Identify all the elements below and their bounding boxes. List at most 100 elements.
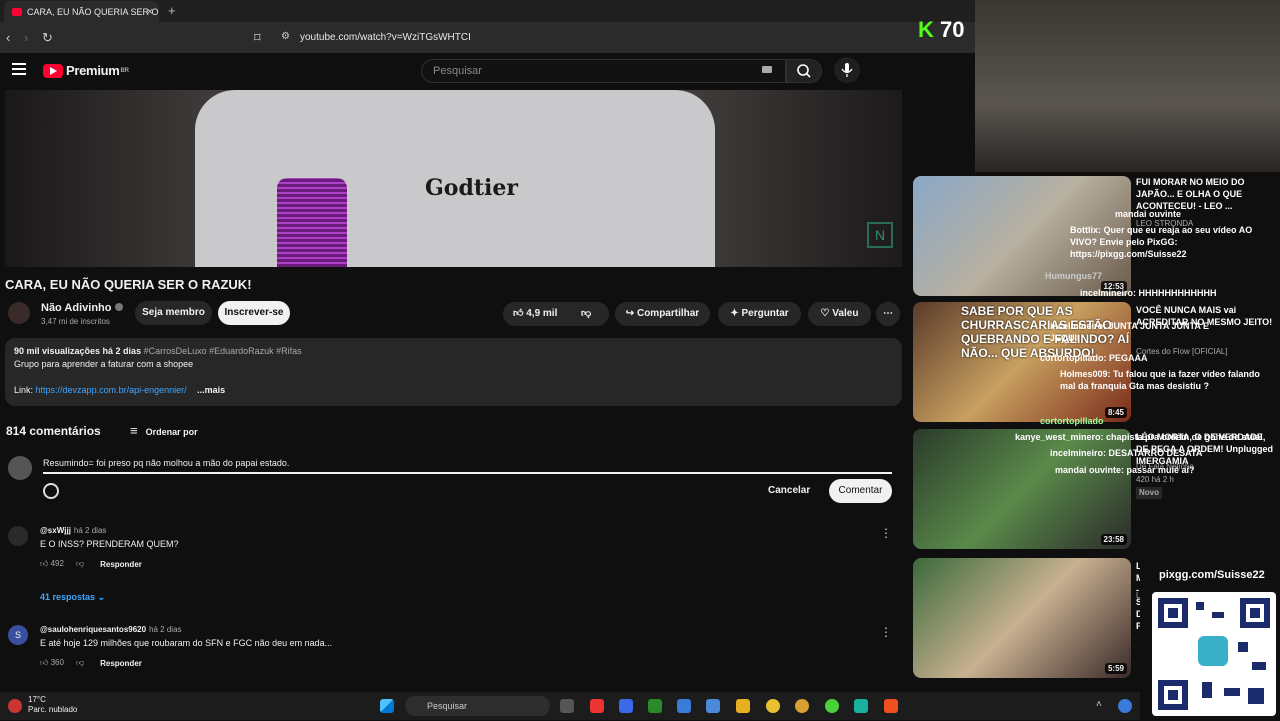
comment-input[interactable]: Resumindo= foi preso pq não molhou a mão… — [43, 456, 892, 474]
comment-dislike-icon[interactable]: 👎︎ — [76, 658, 84, 668]
site-info-icon[interactable]: ⚙ — [281, 31, 290, 42]
channel-avatar[interactable] — [8, 302, 30, 324]
kick-logo-icon: K — [918, 17, 934, 42]
reload-icon[interactable]: ↻ — [42, 30, 53, 46]
comment-dislike-icon[interactable]: 👎︎ — [76, 559, 84, 569]
comment-more-icon[interactable]: ⋮ — [880, 625, 892, 639]
bookmark-icon[interactable]: ⌑ — [254, 30, 261, 46]
app-icon[interactable] — [706, 699, 720, 713]
comment-avatar[interactable] — [8, 526, 28, 546]
thanks-button[interactable]: ♡ Valeu — [808, 302, 871, 326]
thumb-up-icon: 👍︎ — [40, 658, 49, 667]
voice-search-button[interactable] — [834, 57, 860, 83]
search-input[interactable]: Pesquisar — [421, 59, 786, 83]
temperature: 17°C — [28, 695, 46, 704]
hashtags[interactable]: #CarrosDeLuxo #EduardoRazuk #Rifas — [144, 346, 302, 356]
submit-comment-button[interactable]: Comentar — [829, 479, 892, 503]
address-bar-row: ‹ › ↻ ⌑ youtube.com/watch?v=WziTGsWHTCI … — [0, 22, 975, 53]
file-explorer-icon[interactable] — [736, 699, 750, 713]
channel-name[interactable]: Não Adivinho — [41, 302, 124, 314]
comment-like-button[interactable]: 👍︎ 360 — [40, 658, 64, 668]
task-view-icon[interactable] — [560, 699, 574, 713]
logo-text: Premium — [66, 63, 120, 78]
weather-widget[interactable]: 17°C Parc. nublado — [28, 695, 77, 715]
search-icon — [797, 64, 811, 78]
chrome-icon[interactable] — [795, 699, 809, 713]
keyboard-icon[interactable] — [762, 66, 772, 73]
comment-author-name: @sxWjjj — [40, 526, 71, 535]
dislike-button[interactable]: 👎︎ — [581, 302, 591, 326]
cancel-comment-button[interactable]: Cancelar — [768, 481, 810, 501]
video-player[interactable]: Godtier N — [5, 90, 902, 267]
recommended-video-thumbnail[interactable]: 5:59 — [913, 558, 1131, 678]
xbox-icon[interactable] — [648, 699, 662, 713]
recommended-video-title[interactable]: FUI MORAR NO MEIO DO JAPÃO... E OLHA O Q… — [1136, 176, 1276, 212]
comment-text: E O INSS? PRENDERAM QUEM? — [40, 539, 179, 549]
comment-like-count: 360 — [50, 658, 64, 667]
comment-more-icon[interactable]: ⋮ — [880, 526, 892, 540]
app-icon[interactable] — [619, 699, 633, 713]
description-link[interactable]: https://devzapp.com.br/api-engennier/ — [36, 385, 187, 395]
browser-tab[interactable]: CARA, EU NÃO QUERIA SER O × — [4, 1, 159, 22]
more-actions-button[interactable]: ⋯ — [876, 302, 900, 326]
link-label: Link: — [14, 385, 34, 395]
thumb-up-icon: 👍︎ — [513, 308, 524, 319]
more-dots-icon: ⋯ — [883, 308, 893, 319]
reply-button[interactable]: Responder — [100, 560, 142, 569]
menu-icon[interactable] — [12, 63, 26, 75]
comment-like-button[interactable]: 👍︎ 492 — [40, 559, 64, 569]
tray-app-icon[interactable] — [1118, 699, 1132, 713]
channel-name-text: Não Adivinho — [41, 302, 112, 314]
app-icon[interactable] — [590, 699, 604, 713]
thumb-up-icon: 👍︎ — [40, 559, 49, 568]
search-button[interactable] — [786, 59, 822, 83]
tab-title: CARA, EU NÃO QUERIA SER O — [27, 6, 159, 17]
weather-icon[interactable] — [8, 699, 22, 713]
description-box[interactable]: 90 mil visualizações há 2 dias #CarrosDe… — [5, 338, 902, 406]
sparkle-icon: ✦ — [730, 308, 742, 319]
share-button[interactable]: ↪ Compartilhar — [615, 302, 710, 326]
close-tab-icon[interactable]: × — [147, 6, 153, 18]
pix-qr-overlay: pixgg.com/Suisse22 — [1140, 566, 1280, 720]
back-icon[interactable]: ‹ — [6, 30, 10, 45]
brave-icon[interactable] — [884, 699, 898, 713]
new-tab-icon[interactable]: + — [168, 3, 176, 18]
video-title: CARA, EU NÃO QUERIA SER O RAZUK! — [5, 277, 252, 292]
ask-button[interactable]: ✦ Perguntar — [718, 302, 801, 326]
emoji-icon[interactable] — [43, 483, 59, 499]
youtube-logo[interactable]: Premium BR — [43, 63, 129, 78]
comment-count: 814 comentários — [6, 424, 101, 438]
subscriber-count: 3,47 mi de inscritos — [41, 317, 110, 326]
channel-watermark-icon[interactable]: N — [867, 222, 893, 248]
youtube-play-icon — [43, 63, 63, 78]
stream-chat-message: Bottlix: Quer que eu reaja ao seu vídeo … — [1070, 225, 1253, 259]
comment-author[interactable]: @sxWjjj há 2 dias — [40, 526, 106, 535]
windows-start-icon[interactable] — [380, 699, 394, 713]
subscribe-button[interactable]: Inscrever-se — [218, 301, 290, 325]
like-button[interactable]: 👍︎ 4,9 mil — [513, 308, 557, 319]
like-dislike-group: 👍︎ 4,9 mil 👎︎ — [503, 302, 609, 326]
kick-viewer-badge: K 70 — [918, 17, 965, 43]
app-icon[interactable] — [854, 699, 868, 713]
stream-chat-message: cortortopillado — [1040, 416, 1104, 426]
comment-author[interactable]: @saulohenriquesantos9620 há 2 dias — [40, 625, 182, 634]
chrome-icon[interactable] — [766, 699, 780, 713]
sort-by-button[interactable]: Ordenar por — [130, 423, 198, 438]
reply-button[interactable]: Responder — [100, 659, 142, 668]
taskbar-search[interactable]: Pesquisar — [405, 696, 550, 716]
thumb-down-icon: 👎︎ — [581, 308, 592, 319]
ask-label: Perguntar — [741, 308, 789, 319]
comment-avatar[interactable]: S — [8, 625, 28, 645]
app-icon[interactable] — [677, 699, 691, 713]
stream-chat-message: cortortopillado: PEGAAA — [1040, 353, 1148, 363]
chrome-icon[interactable] — [825, 699, 839, 713]
show-more-link[interactable]: ...mais — [197, 385, 225, 395]
tray-chevron-icon[interactable]: ˄ — [1096, 699, 1110, 713]
replies-toggle[interactable]: 41 respostas ⌄ — [40, 592, 105, 603]
stream-chat-message: Holmes009: Tu falou que ia fazer vídeo f… — [1060, 369, 1260, 391]
new-badge: Novo — [1136, 487, 1162, 499]
comment-like-count: 492 — [50, 559, 64, 568]
url-field[interactable]: youtube.com/watch?v=WziTGsWHTCI — [270, 26, 960, 49]
forward-icon[interactable]: › — [24, 30, 28, 45]
join-button[interactable]: Seja membro — [135, 301, 212, 325]
